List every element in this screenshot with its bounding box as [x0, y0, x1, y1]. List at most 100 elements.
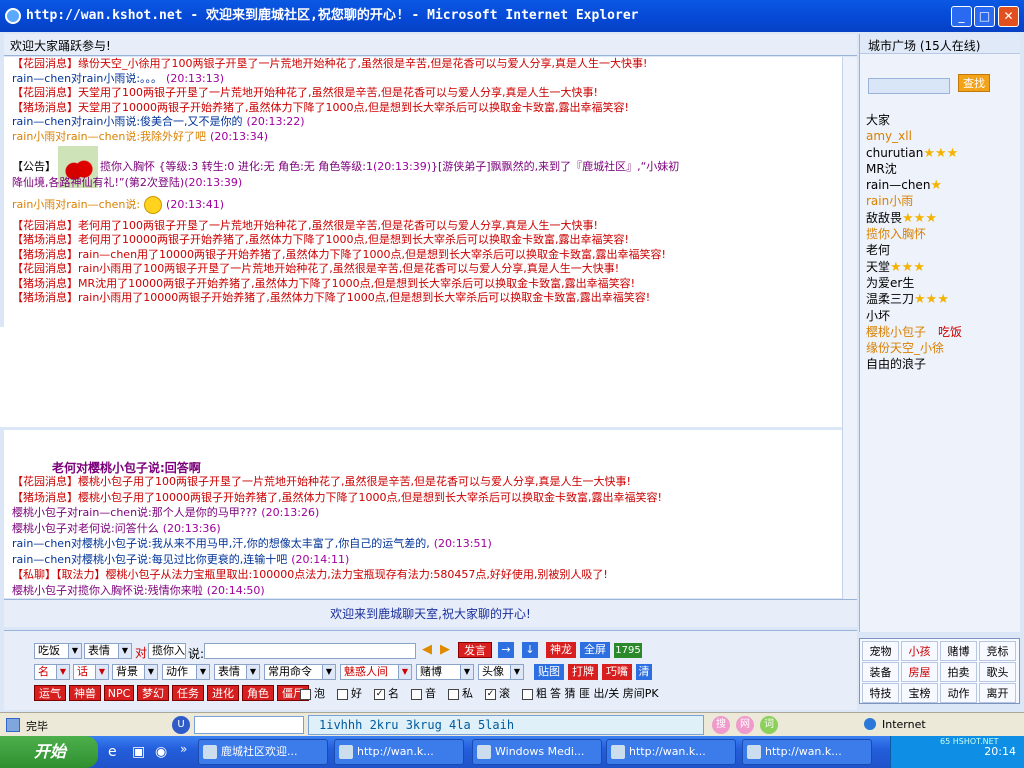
- minimize-button[interactable]: _: [951, 6, 972, 27]
- user-list-item[interactable]: 自由的浪子: [866, 356, 1016, 372]
- message-input[interactable]: [204, 643, 416, 659]
- fullscreen-button[interactable]: 全屏: [580, 642, 610, 658]
- command-button[interactable]: 拍卖: [940, 662, 977, 682]
- qiaozui-button[interactable]: 巧嘴: [602, 664, 632, 680]
- feature-button[interactable]: 运气: [34, 685, 66, 701]
- taskbar-item[interactable]: http://wan.k...: [742, 739, 872, 765]
- chat-text: 【猪场消息】rain小雨用了10000两银子开始养猪了,虽然体力下降了1000点…: [12, 291, 651, 304]
- user-list-item[interactable]: churutian★★★: [866, 145, 1016, 161]
- taskbar-item[interactable]: http://wan.k...: [334, 739, 464, 765]
- taskbar-item[interactable]: http://wan.k...: [606, 739, 736, 765]
- checkbox-box[interactable]: [448, 688, 459, 700]
- option-checkbox[interactable]: 粗: [522, 687, 547, 701]
- command-button[interactable]: 小孩: [901, 641, 938, 661]
- checkbox-box[interactable]: [411, 688, 422, 700]
- checkbox-box[interactable]: [522, 688, 533, 700]
- checkbox-box[interactable]: [337, 688, 348, 700]
- options-tail[interactable]: 答 猜 匪 出/关 房间PK: [550, 687, 659, 701]
- feature-button[interactable]: 梦幻: [137, 685, 169, 701]
- quicklaunch-desktop-icon[interactable]: ▣: [132, 744, 145, 760]
- user-list-item[interactable]: 温柔三刀★★★: [866, 291, 1016, 307]
- paste-image-button[interactable]: 贴图: [534, 664, 564, 680]
- more-icon[interactable]: »: [180, 742, 187, 756]
- sou-icon[interactable]: 搜: [712, 716, 730, 734]
- charm-select[interactable]: 魅惑人间 ▼: [340, 664, 412, 680]
- user-list-item[interactable]: 老何: [866, 242, 1016, 258]
- option-checkbox[interactable]: 泡: [300, 687, 325, 701]
- command-button[interactable]: 宠物: [862, 641, 899, 661]
- maximize-button[interactable]: □: [974, 6, 995, 27]
- arrow-down-button[interactable]: ↓: [522, 642, 538, 658]
- scrollbar-upper[interactable]: [842, 57, 857, 327]
- user-list-item[interactable]: 揽你入胸怀: [866, 226, 1016, 242]
- greeting-select[interactable]: 吃饭 ▼: [34, 643, 82, 659]
- quicklaunch-media-icon[interactable]: ◉: [155, 744, 167, 760]
- gamble-select[interactable]: 赌博 ▼: [416, 664, 474, 680]
- wang-icon[interactable]: 网: [736, 716, 754, 734]
- search-button[interactable]: 查找: [958, 74, 990, 92]
- quicklaunch-ie-icon[interactable]: e: [108, 744, 117, 760]
- search-input[interactable]: [868, 78, 950, 94]
- option-checkbox[interactable]: 好: [337, 687, 362, 701]
- chat-panel-lower[interactable]: 老何对樱桃小包子说:回答啊 【花园消息】樱桃小包子用了100两银子开垦了一片荒地开…: [4, 430, 842, 598]
- talk-select[interactable]: 话 ▼: [73, 664, 109, 680]
- user-list-item[interactable]: 为爱er生: [866, 275, 1016, 291]
- emote2-select[interactable]: 表情 ▼: [214, 664, 260, 680]
- chat-panel-upper[interactable]: 【花园消息】缘份天空_小徐用了100两银子开垦了一片荒地开始种花了,虽然很是辛苦…: [4, 57, 842, 327]
- name-select[interactable]: 名 ▼: [34, 664, 70, 680]
- user-list-item[interactable]: 天堂★★★: [866, 259, 1016, 275]
- avatar-select[interactable]: 头像 ▼: [478, 664, 524, 680]
- command-button[interactable]: 房屋: [901, 662, 938, 682]
- user-list-item[interactable]: amy_xll: [866, 128, 1016, 144]
- user-list-item[interactable]: 缘份天空_小徐: [866, 340, 1016, 356]
- user-list-item[interactable]: MR沈: [866, 161, 1016, 177]
- feature-button[interactable]: 神兽: [69, 685, 101, 701]
- command-button[interactable]: 赌博: [940, 641, 977, 661]
- arrow-left-icon[interactable]: ◀: [422, 642, 432, 657]
- start-button[interactable]: 开始: [0, 736, 98, 768]
- send-button[interactable]: 发言: [458, 642, 492, 658]
- chat-text: rain—chen对樱桃小包子说:每见过比你更衰的,连输十吧: [12, 552, 288, 566]
- option-checkbox[interactable]: ✓ 滚: [485, 687, 510, 701]
- feature-button[interactable]: 任务: [172, 685, 204, 701]
- command-select[interactable]: 常用命令 ▼: [264, 664, 336, 680]
- user-list-item[interactable]: 大家: [866, 112, 1016, 128]
- feature-button[interactable]: NPC: [104, 685, 134, 701]
- target-select[interactable]: 揽你入: [148, 643, 186, 659]
- command-button[interactable]: 竞标: [979, 641, 1016, 661]
- announce-text: 揽你入胸怀 {等级:3 转生:0 进化:无 角色:无 角色等级:1: [100, 160, 374, 173]
- user-list-item[interactable]: 樱桃小包子 吃饭: [866, 324, 1016, 340]
- checkbox-box[interactable]: [300, 688, 311, 700]
- user-name: 小坏: [866, 308, 891, 323]
- option-checkbox[interactable]: 音: [411, 687, 436, 701]
- command-button[interactable]: 动作: [940, 683, 977, 703]
- emote-select[interactable]: 表情 ▼: [84, 643, 132, 659]
- user-list-item[interactable]: rain—chen★: [866, 177, 1016, 193]
- close-button[interactable]: ✕: [998, 6, 1019, 27]
- scrollbar-lower[interactable]: [842, 327, 857, 599]
- checkbox-box[interactable]: ✓: [485, 688, 496, 700]
- command-button[interactable]: 特技: [862, 683, 899, 703]
- arrow-right-icon[interactable]: ▶: [440, 642, 450, 657]
- option-checkbox[interactable]: 私: [448, 687, 473, 701]
- user-list-item[interactable]: 敌敌畏★★★: [866, 210, 1016, 226]
- command-button[interactable]: 装备: [862, 662, 899, 682]
- card-button[interactable]: 打牌: [568, 664, 598, 680]
- command-button[interactable]: 宝榜: [901, 683, 938, 703]
- background-select[interactable]: 背景 ▼: [112, 664, 158, 680]
- user-list-item[interactable]: 小坏: [866, 308, 1016, 324]
- user-list-item[interactable]: rain小雨: [866, 193, 1016, 209]
- action-select[interactable]: 动作 ▼: [162, 664, 210, 680]
- taskbar-item[interactable]: 鹿城社区欢迎...: [198, 739, 328, 765]
- shenlong-button[interactable]: 神龙: [546, 642, 576, 658]
- command-button[interactable]: 歌头: [979, 662, 1016, 682]
- arrow-right-button[interactable]: →: [498, 642, 514, 658]
- checkbox-box[interactable]: ✓: [374, 688, 385, 700]
- option-checkbox[interactable]: ✓ 名: [374, 687, 399, 701]
- clear-button[interactable]: 清: [636, 664, 652, 680]
- taskbar-item[interactable]: Windows Medi...: [472, 739, 602, 765]
- feature-button[interactable]: 进化: [207, 685, 239, 701]
- command-button[interactable]: 离开: [979, 683, 1016, 703]
- feature-button[interactable]: 角色: [242, 685, 274, 701]
- ci-icon[interactable]: 词: [760, 716, 778, 734]
